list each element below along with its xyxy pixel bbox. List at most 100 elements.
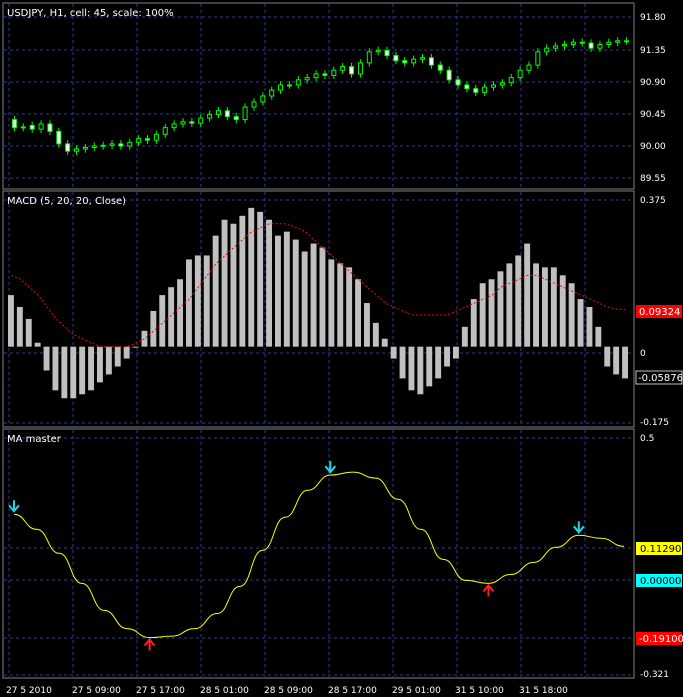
macd-hist-bar [408, 346, 415, 391]
candle-body [561, 43, 567, 47]
x-tick-label: 31 5 18:00 [519, 686, 568, 696]
candle-body [349, 66, 355, 75]
macd-hist-bar [586, 307, 593, 347]
candle-body [20, 126, 26, 129]
candle-body [171, 123, 177, 129]
ma-line-tag-text: 0.11290 [640, 544, 681, 555]
macd-hist-bar [230, 223, 237, 347]
candle-body [428, 57, 434, 66]
chart-canvas: USDJPY, H1, cell: 45, scale: 100% MACD (… [2, 2, 683, 696]
macd-hist-bar [417, 346, 424, 395]
candle-body [100, 144, 106, 147]
x-tick-label: 28 5 01:00 [200, 686, 249, 696]
candle-body [215, 110, 221, 115]
macd-hist-bar [577, 299, 584, 347]
candle-body [145, 138, 151, 141]
candle-body [224, 110, 230, 118]
signal-arrows [8, 461, 585, 651]
candle-body [278, 84, 284, 91]
candle-body [473, 88, 479, 93]
candle-body [82, 147, 88, 150]
candle-body [535, 51, 541, 66]
x-tick-label: 27 5 2010 [6, 686, 52, 696]
candle-body [508, 77, 514, 84]
candle-body [56, 130, 62, 145]
ma-panel-title: MA master [7, 434, 62, 445]
candle-body [269, 89, 275, 97]
macd-hist-bar [239, 215, 246, 347]
ma-tick: 0.5 [640, 434, 654, 444]
candle-body [38, 123, 44, 130]
ma-line [13, 471, 625, 639]
candle-body [65, 143, 71, 152]
candle-body [597, 43, 603, 49]
candle-body [260, 95, 266, 103]
x-tick-label: 28 5 17:00 [328, 686, 377, 696]
macd-hist-bar [461, 326, 468, 347]
macd-hist-bar [275, 235, 281, 347]
candle-body [357, 62, 363, 75]
macd-histogram [8, 207, 628, 399]
macd-hist-bar [550, 267, 557, 347]
macd-hist-bar [515, 255, 522, 347]
candle-body [420, 57, 426, 60]
candle-body [375, 49, 381, 53]
candle-body [29, 124, 35, 130]
candle-body [47, 123, 53, 132]
price-tick: 90.45 [640, 110, 666, 120]
price-panel-title: USDJPY, H1, cell: 45, scale: 100% [7, 8, 174, 19]
macd-tick: 0 [640, 349, 646, 359]
ma-zero-tag-text: 0.00000 [640, 576, 681, 587]
macd-hist-bar [524, 243, 531, 347]
macd-hist-bar [470, 299, 477, 347]
macd-hist-bar [399, 346, 406, 379]
macd-hist-bar [203, 255, 210, 347]
macd-hist-bar [105, 346, 112, 375]
macd-hist-bar [328, 259, 335, 347]
macd-hist-bar [257, 211, 264, 347]
macd-hist-bar [372, 322, 379, 347]
candle-body [251, 101, 257, 108]
macd-panel-title: MACD (5, 20, 20, Close) [7, 196, 126, 207]
candle-body [579, 41, 585, 44]
macd-hist-bar [337, 263, 344, 347]
x-axis: 27 5 2010 27 5 09:00 27 5 17:00 28 5 01:… [6, 686, 568, 696]
macd-hist-bar [61, 346, 68, 399]
price-tick: 91.35 [640, 46, 666, 56]
candle-body [233, 116, 239, 121]
candle-body [242, 106, 248, 121]
macd-hist-bar [283, 231, 290, 347]
macd-hist-bar [221, 219, 228, 347]
macd-hist-bar [114, 346, 121, 367]
candle-body [322, 73, 328, 76]
macd-hist-bar [568, 283, 575, 347]
candle-body [588, 42, 594, 49]
macd-hist-bar [479, 283, 486, 347]
price-tick: 90.00 [640, 142, 666, 152]
macd-hist-bar [43, 346, 50, 371]
candle-body [517, 69, 523, 79]
candle-body [118, 143, 124, 147]
macd-hist-bar [248, 207, 255, 347]
macd-hist-bar [266, 219, 272, 347]
candle-body [91, 145, 97, 149]
candle-body [198, 117, 204, 124]
candle-body [402, 60, 408, 64]
macd-hist-bar [25, 318, 32, 347]
candle-body [437, 64, 443, 71]
macd-hist-bar [52, 346, 59, 391]
candle-body [499, 82, 505, 86]
candle-body [207, 113, 213, 119]
macd-hist-bar [79, 346, 86, 395]
macd-hist-bar [123, 346, 130, 359]
candle-body [482, 86, 488, 93]
candle-body [366, 51, 372, 64]
macd-hist-bar [141, 330, 148, 347]
macd-hist-bar [453, 346, 459, 359]
candle-body [570, 41, 576, 45]
macd-hist-bar [595, 326, 602, 347]
candle-body [109, 143, 115, 146]
candle-body [526, 64, 532, 71]
candle-body [615, 40, 621, 43]
candle-body [393, 55, 399, 62]
